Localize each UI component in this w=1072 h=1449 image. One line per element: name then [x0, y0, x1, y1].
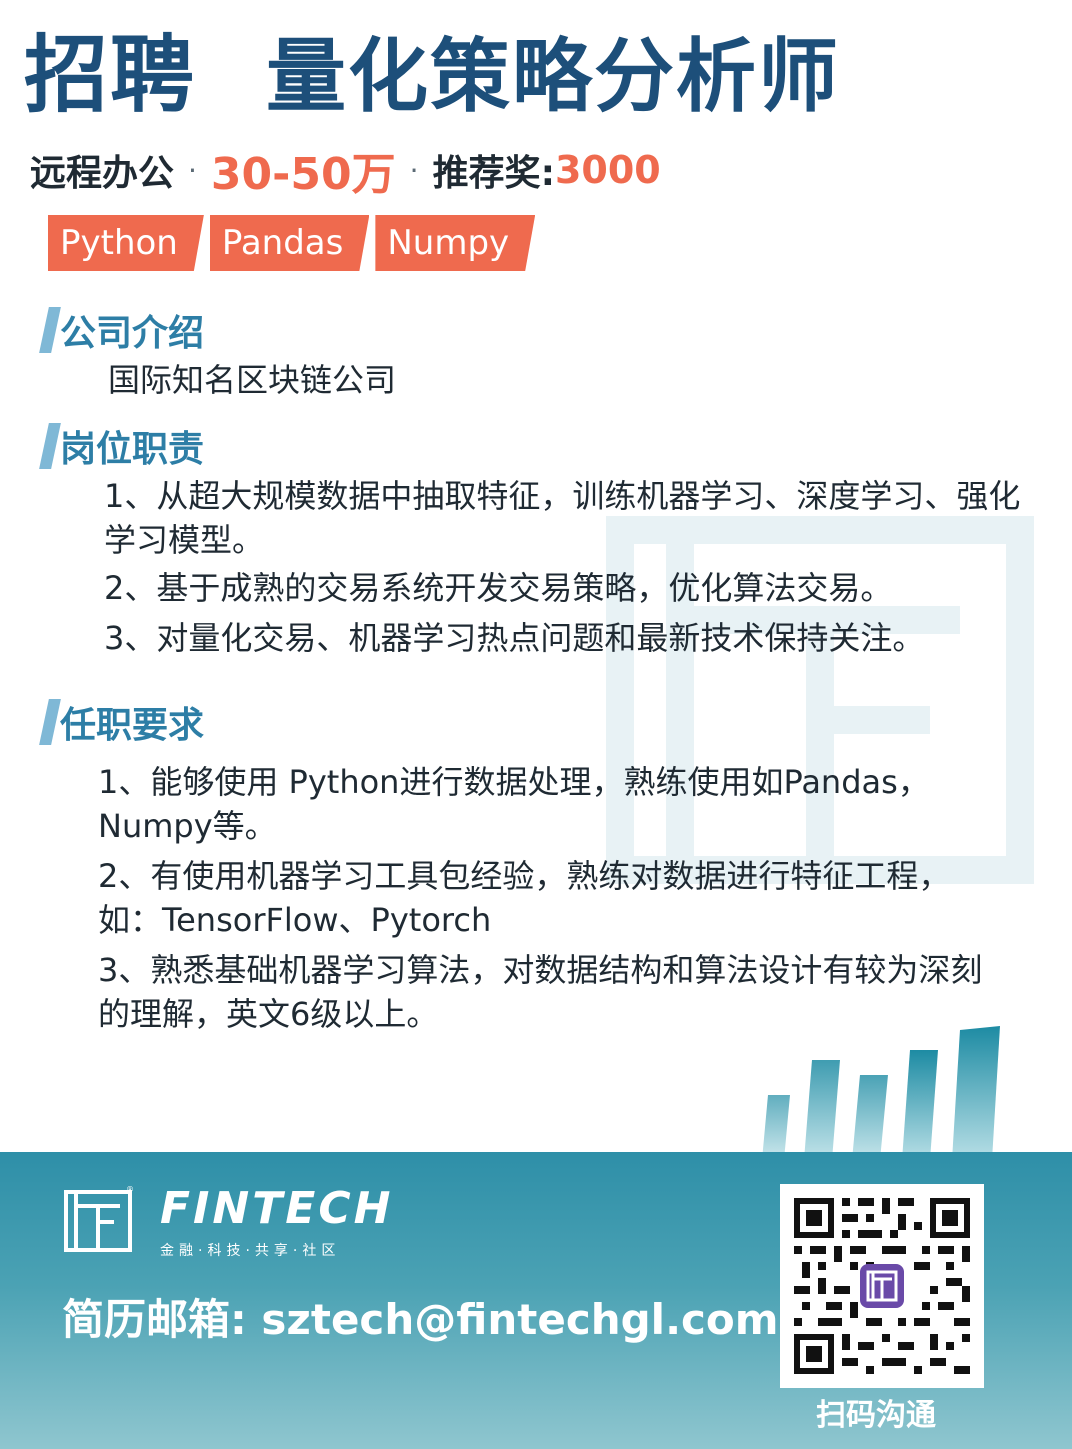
- tag-numpy: Numpy: [375, 215, 535, 271]
- header-title: 招聘 量化策略分析师: [24, 8, 840, 129]
- skill-tags: Python Pandas Numpy: [48, 215, 541, 271]
- job-meta: 远程办公 · 30-50万 · 推荐奖: 3000: [30, 138, 661, 202]
- duty-item: 3、对量化交易、机器学习热点问题和最新技术保持关注。: [104, 619, 925, 657]
- bonus-value: 3000: [554, 148, 661, 192]
- section-marker: [39, 423, 61, 469]
- requirement-item: 1、能够使用 Python进行数据处理，熟练使用如Pandas，Numpy等。: [98, 763, 930, 845]
- qr-code[interactable]: [780, 1184, 984, 1388]
- company-text: 国际知名区块链公司: [108, 361, 397, 399]
- company-heading: 公司介绍: [60, 313, 205, 354]
- brand-slogan: 金融·科技·共享·社区: [160, 1243, 341, 1259]
- brand-name: FINTECH: [160, 1183, 394, 1234]
- work-mode: 远程办公: [30, 153, 175, 194]
- email-address[interactable]: sztech@fintechgl.com: [261, 1295, 778, 1344]
- email-label: 简历邮箱:: [62, 1295, 247, 1344]
- salary: 30-50万: [210, 149, 396, 200]
- section-marker: [39, 307, 61, 353]
- svg-text:®: ®: [126, 1186, 134, 1194]
- requirement-item: 2、有使用机器学习工具包经验，熟练对数据进行特征工程，如：TensorFlow、…: [98, 857, 951, 939]
- tag-pandas: Pandas: [210, 215, 370, 271]
- requirements-heading: 任职要求: [60, 705, 205, 746]
- separator-dot: ·: [188, 153, 197, 187]
- fintech-logo-icon: ®: [64, 1186, 134, 1252]
- qr-code-icon: [794, 1198, 970, 1374]
- company-section-header: 公司介绍: [39, 304, 205, 356]
- duties-section-header: 岗位职责: [39, 420, 205, 472]
- duty-item: 1、从超大规模数据中抽取特征，训练机器学习、深度学习、强化学习模型。: [104, 477, 1021, 559]
- duties-heading: 岗位职责: [60, 429, 205, 470]
- requirement-item: 3、熟悉基础机器学习算法，对数据结构和算法设计有较为深刻的理解，英文6级以上。: [98, 951, 983, 1033]
- qr-caption: 扫码沟通: [816, 1398, 936, 1433]
- requirements-section-header: 任职要求: [39, 696, 205, 748]
- separator-dot: ·: [409, 153, 419, 187]
- resume-email: 简历邮箱: sztech@fintechgl.com: [62, 1286, 779, 1347]
- tag-python: Python: [48, 215, 204, 271]
- duty-item: 2、基于成熟的交易系统开发交易策略，优化算法交易。: [104, 569, 893, 607]
- bonus-label: 推荐奖:: [432, 153, 555, 194]
- recruit-title: 招聘: [24, 26, 197, 124]
- fintech-logo: ® FINTECH 金融·科技·共享·社区: [64, 1186, 393, 1260]
- job-title: 量化策略分析师: [266, 30, 841, 123]
- footer-banner: ® FINTECH 金融·科技·共享·社区 简历邮箱: sztech@finte…: [0, 1152, 1072, 1449]
- section-marker: [39, 699, 61, 745]
